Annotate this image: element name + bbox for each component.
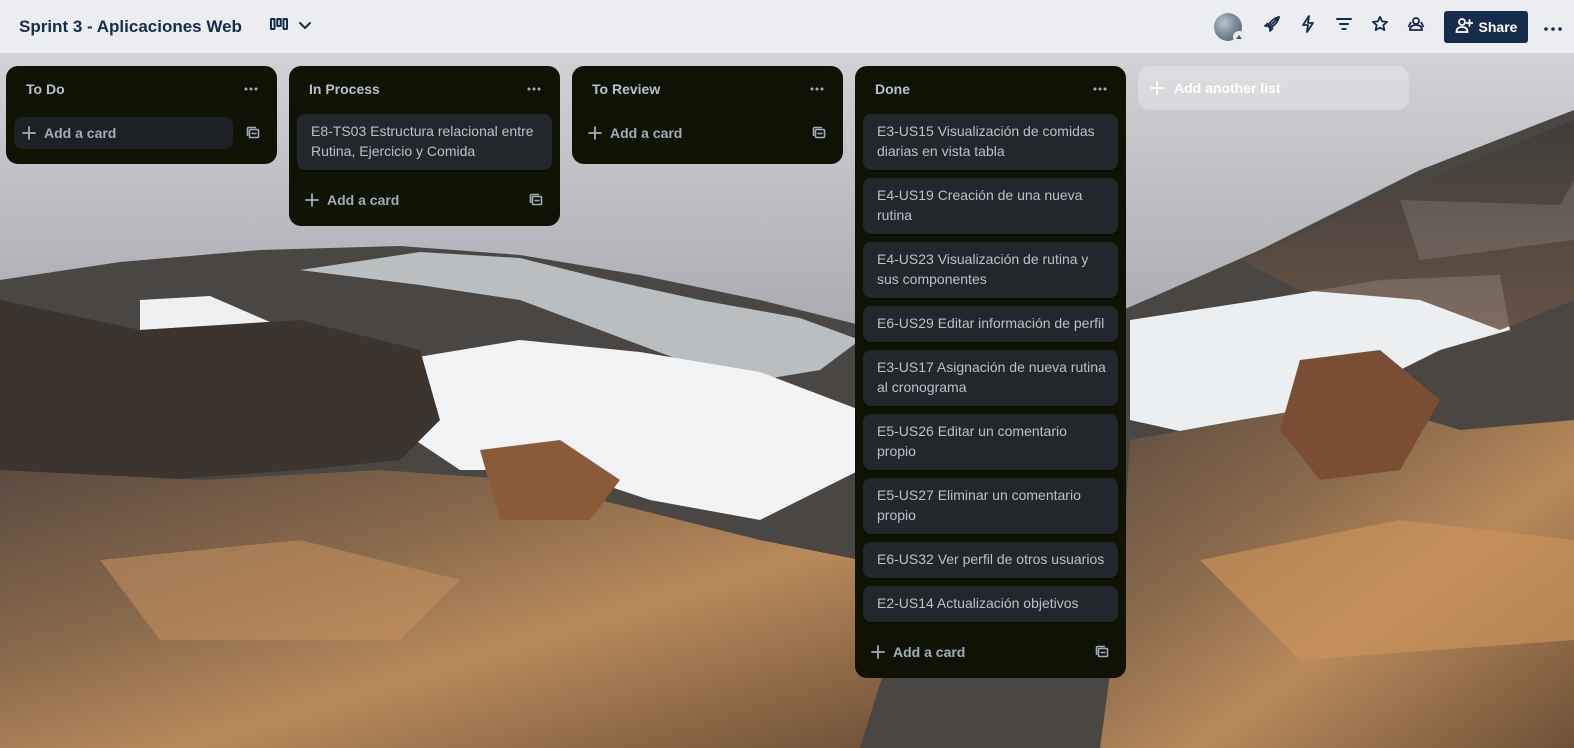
template-icon <box>1095 645 1109 658</box>
more-icon <box>1093 87 1107 91</box>
add-member-icon <box>1455 17 1473 36</box>
template-icon <box>812 126 826 139</box>
add-card-button[interactable]: Add a card <box>580 117 799 149</box>
filter-button[interactable] <box>1326 11 1362 43</box>
list-menu-button[interactable] <box>803 75 831 103</box>
board-view-icon <box>269 17 288 36</box>
card[interactable]: E4-US23 Visualización de rutina y sus co… <box>863 242 1118 298</box>
card-list: E3-US15 Visualización de comidas diarias… <box>855 112 1126 622</box>
template-icon <box>246 126 260 139</box>
more-icon <box>1544 18 1562 36</box>
plus-icon <box>1150 81 1164 95</box>
board-menu-button[interactable] <box>1538 11 1568 43</box>
list-header: In Process <box>289 66 560 112</box>
automation-button[interactable] <box>1290 11 1326 43</box>
create-from-template-button[interactable] <box>803 117 835 149</box>
add-card-row: Add a card <box>6 112 277 156</box>
admin-badge-icon <box>1233 30 1245 43</box>
card[interactable]: E6-US32 Ver perfil de otros usuarios <box>863 542 1118 578</box>
create-from-template-button[interactable] <box>237 117 269 149</box>
star-button[interactable] <box>1362 11 1398 43</box>
card[interactable]: E6-US29 Editar información de perfil <box>863 306 1118 342</box>
team-visibility-icon <box>1407 16 1425 37</box>
board-title[interactable]: Sprint 3 - Aplicaciones Web <box>17 13 244 41</box>
add-card-row: Add a card <box>289 178 560 222</box>
list-title[interactable]: To Do <box>26 81 65 97</box>
add-card-button[interactable]: Add a card <box>297 184 516 216</box>
create-from-template-button[interactable] <box>1086 636 1118 668</box>
add-card-label: Add a card <box>893 644 966 660</box>
card[interactable]: E5-US26 Editar un comentario propio <box>863 414 1118 470</box>
add-card-label: Add a card <box>610 125 683 141</box>
create-from-template-button[interactable] <box>520 184 552 216</box>
list-title[interactable]: Done <box>875 81 910 97</box>
list-in-process: In Process E8-TS03 Estructura relacional… <box>289 66 560 226</box>
template-icon <box>529 193 543 206</box>
more-icon <box>244 87 258 91</box>
filter-icon <box>1336 17 1352 36</box>
list-menu-button[interactable] <box>237 75 265 103</box>
add-card-row: Add a card <box>855 630 1126 674</box>
list-menu-button[interactable] <box>1086 75 1114 103</box>
more-icon <box>810 87 824 91</box>
header-actions: Share <box>1214 0 1574 53</box>
list-header: To Review <box>572 66 843 112</box>
rocket-icon <box>1263 15 1281 38</box>
list-header: Done <box>855 66 1126 112</box>
list-header: To Do <box>6 66 277 112</box>
card[interactable]: E8-TS03 Estructura relacional entre Ruti… <box>297 114 552 170</box>
list-done: Done E3-US15 Visualización de comidas di… <box>855 66 1126 678</box>
card[interactable]: E3-US15 Visualización de comidas diarias… <box>863 114 1118 170</box>
card[interactable]: E3-US17 Asignación de nueva rutina al cr… <box>863 350 1118 406</box>
add-card-button[interactable]: Add a card <box>14 117 233 149</box>
star-icon <box>1371 15 1389 38</box>
card-list: E8-TS03 Estructura relacional entre Ruti… <box>289 112 560 170</box>
power-ups-button[interactable] <box>1254 11 1290 43</box>
visibility-button[interactable] <box>1398 11 1434 43</box>
plus-icon <box>305 193 319 207</box>
list-title[interactable]: In Process <box>309 81 380 97</box>
add-card-label: Add a card <box>44 125 117 141</box>
chevron-down-icon <box>298 18 312 36</box>
board-header: Sprint 3 - Aplicaciones Web Share <box>0 0 1574 53</box>
add-card-button[interactable]: Add a card <box>863 636 1082 668</box>
list-to-do: To Do Add a card <box>6 66 277 164</box>
list-menu-button[interactable] <box>520 75 548 103</box>
add-card-row: Add a card <box>572 112 843 156</box>
more-icon <box>527 87 541 91</box>
avatar[interactable] <box>1214 12 1245 43</box>
board-view-switcher[interactable] <box>264 11 318 43</box>
add-list-button[interactable]: Add another list <box>1138 66 1409 110</box>
list-to-review: To Review Add a card <box>572 66 843 164</box>
add-card-label: Add a card <box>327 192 400 208</box>
add-list-label: Add another list <box>1174 80 1281 96</box>
lightning-icon <box>1300 15 1316 38</box>
list-title[interactable]: To Review <box>592 81 660 97</box>
share-label: Share <box>1478 18 1518 35</box>
card[interactable]: E5-US27 Eliminar un comentario propio <box>863 478 1118 534</box>
plus-icon <box>871 645 885 659</box>
plus-icon <box>588 126 602 140</box>
card[interactable]: E4-US19 Creación de una nueva rutina <box>863 178 1118 234</box>
card[interactable]: E2-US14 Actualización objetivos <box>863 586 1118 622</box>
plus-icon <box>22 126 36 140</box>
share-button[interactable]: Share <box>1444 10 1528 43</box>
